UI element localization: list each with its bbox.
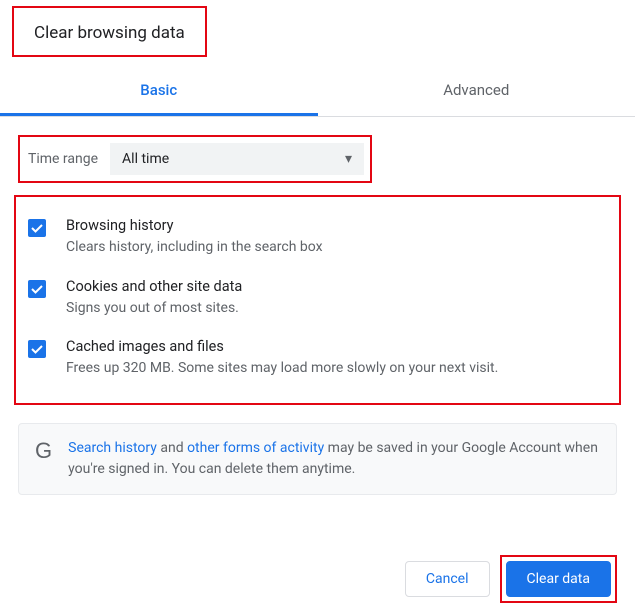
clear-browsing-dialog: Clear browsing data Basic Advanced Time …	[0, 0, 635, 603]
tab-basic[interactable]: Basic	[0, 67, 318, 116]
time-range-value: All time	[122, 151, 169, 167]
option-text: Browsing history Clears history, includi…	[66, 217, 613, 258]
cancel-button[interactable]: Cancel	[405, 561, 490, 597]
tab-advanced[interactable]: Advanced	[318, 67, 635, 116]
google-logo-icon: G	[35, 438, 52, 464]
checkbox-cookies[interactable]	[28, 280, 46, 298]
option-row: Cached images and files Frees up 320 MB.…	[22, 328, 613, 389]
option-row: Cookies and other site data Signs you ou…	[22, 268, 613, 329]
option-text: Cached images and files Frees up 320 MB.…	[66, 338, 613, 379]
option-desc: Signs you out of most sites.	[66, 299, 613, 319]
other-activity-link[interactable]: other forms of activity	[187, 440, 324, 456]
checkbox-browsing-history[interactable]	[28, 219, 46, 237]
time-range-dropdown[interactable]: All time ▾	[110, 143, 364, 175]
info-text: Search history and other forms of activi…	[68, 438, 600, 480]
option-text: Cookies and other site data Signs you ou…	[66, 278, 613, 319]
dialog-title: Clear browsing data	[12, 6, 207, 57]
chevron-down-icon: ▾	[345, 151, 352, 167]
option-title: Cached images and files	[66, 338, 613, 355]
options-list: Browsing history Clears history, includi…	[14, 195, 621, 405]
search-history-link[interactable]: Search history	[68, 440, 157, 456]
clear-data-highlight: Clear data	[500, 555, 617, 603]
option-title: Cookies and other site data	[66, 278, 613, 295]
button-row: Cancel Clear data	[0, 495, 635, 603]
google-info-box: G Search history and other forms of acti…	[18, 423, 617, 495]
option-desc: Clears history, including in the search …	[66, 238, 613, 258]
checkbox-cache[interactable]	[28, 340, 46, 358]
option-title: Browsing history	[66, 217, 613, 234]
clear-data-button[interactable]: Clear data	[506, 561, 611, 597]
option-desc: Frees up 320 MB. Some sites may load mor…	[66, 359, 613, 379]
time-range-label: Time range	[28, 151, 98, 167]
time-range-row: Time range All time ▾	[18, 135, 372, 183]
option-row: Browsing history Clears history, includi…	[22, 207, 613, 268]
tabs: Basic Advanced	[0, 67, 635, 117]
